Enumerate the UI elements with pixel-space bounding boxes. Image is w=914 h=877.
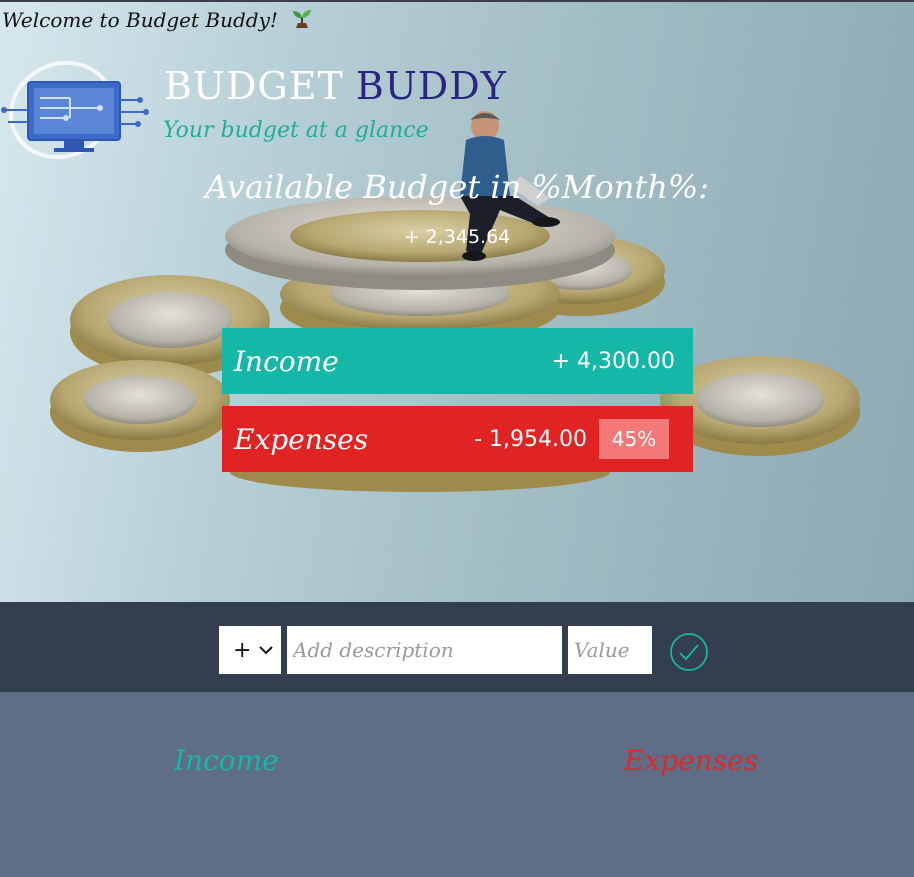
income-list-title: Income: [174, 744, 279, 777]
type-select-value: +: [233, 637, 252, 663]
description-input[interactable]: [287, 626, 562, 674]
income-summary-value: + 4,300.00: [551, 348, 675, 374]
expenses-summary-value: - 1,954.00: [474, 426, 587, 452]
checkmark-circle-icon[interactable]: [669, 632, 709, 672]
welcome-heading: Welcome to Budget Buddy!: [2, 6, 314, 32]
expenses-percentage-badge: 45%: [599, 419, 669, 459]
brand-name: BUDGET BUDDY: [164, 64, 507, 108]
type-select[interactable]: +: [219, 626, 281, 674]
add-item-bar: +: [0, 602, 914, 692]
brand-tagline: Your budget at a glance: [163, 118, 429, 143]
available-budget-value: + 2,345.64: [403, 226, 511, 248]
welcome-prefix: Welcome to: [2, 8, 120, 32]
expenses-summary: Expenses - 1,954.00 45%: [222, 406, 693, 472]
available-budget-title: Available Budget in %Month%:: [204, 168, 710, 206]
hero-section: Welcome to Budget Buddy! BUDGET BUDDY You…: [0, 2, 914, 602]
chevron-down-icon: [259, 646, 273, 655]
expenses-list-title: Expenses: [624, 744, 759, 777]
seedling-icon: [293, 10, 312, 28]
welcome-app-name: Budget Buddy!: [126, 8, 278, 32]
expenses-summary-label: Expenses: [234, 422, 369, 456]
income-summary: Income + 4,300.00: [222, 328, 693, 394]
brand-name-part1: BUDGET: [164, 64, 344, 108]
value-input[interactable]: [568, 626, 652, 674]
income-summary-label: Income: [234, 344, 339, 378]
circuit-monitor-logo: [1, 60, 149, 160]
lists-section: Income Expenses: [0, 692, 914, 877]
brand-name-part2: BUDDY: [355, 64, 507, 108]
